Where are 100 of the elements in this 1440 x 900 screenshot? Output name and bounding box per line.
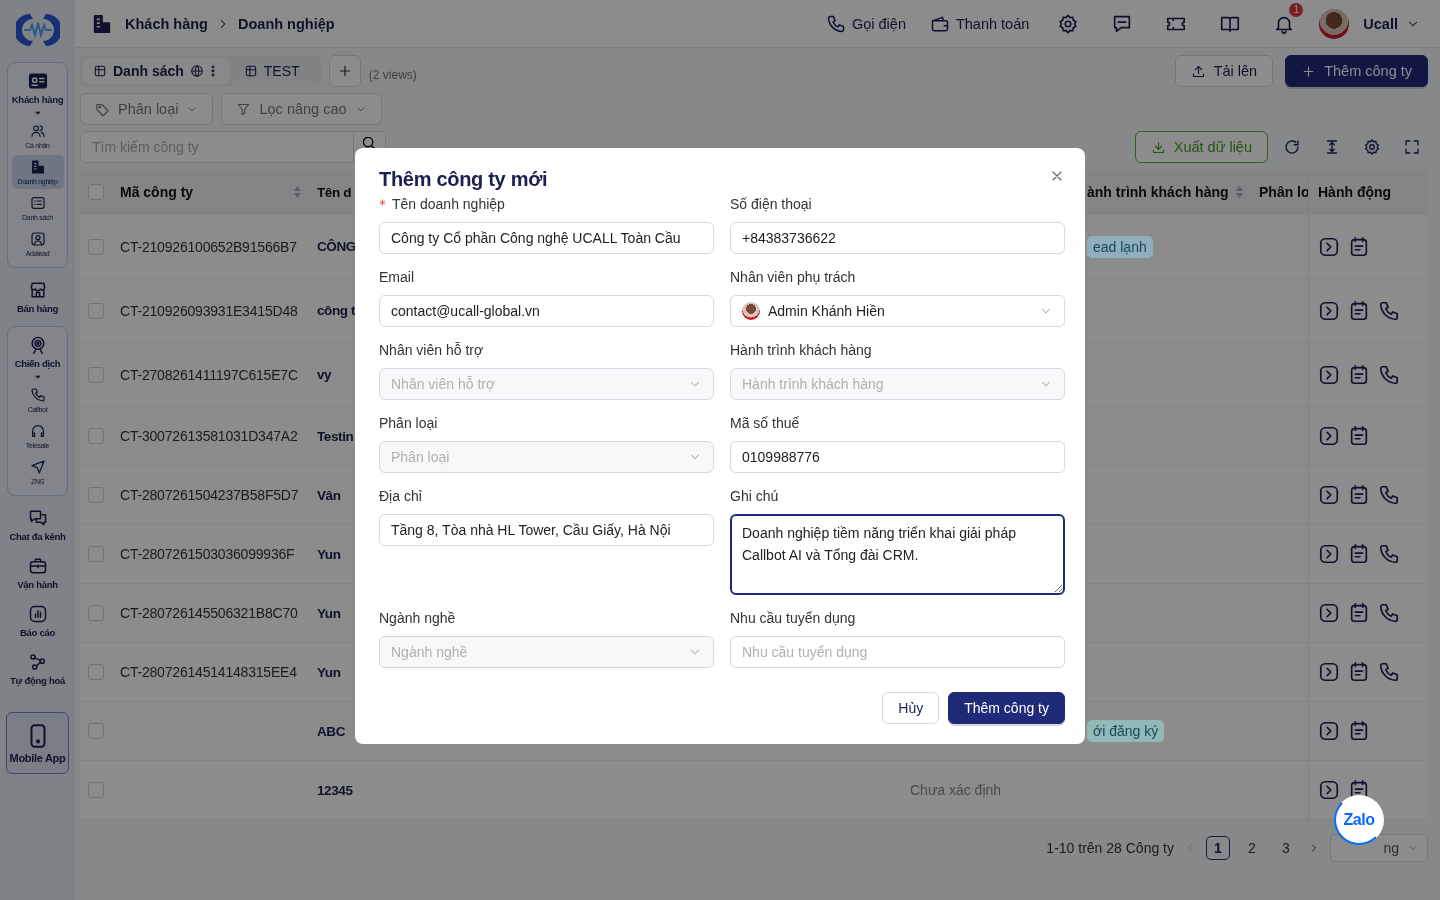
field-label: Ghi chú (730, 488, 780, 504)
input-field[interactable]: Tầng 8, Tòa nhà HL Tower, Cầu Giấy, Hà Nội (379, 514, 714, 546)
settings-icon[interactable] (1363, 138, 1381, 156)
chevron-square-icon[interactable] (1318, 484, 1340, 506)
checkbox[interactable] (88, 184, 104, 200)
input-field[interactable]: 0109988776 (730, 441, 1065, 473)
checkbox[interactable] (88, 302, 104, 319)
view-tab[interactable]: Danh sách (83, 58, 230, 84)
breadcrumb-link[interactable]: Khách hàng (125, 15, 208, 32)
upload-button[interactable]: Tải lên (1174, 55, 1274, 87)
phone-icon[interactable] (1378, 543, 1400, 565)
nav-item[interactable]: Vận hành (8, 554, 67, 592)
checkbox[interactable] (88, 487, 104, 503)
field-label: Nhu cầu tuyển dụng (730, 610, 857, 626)
chevron-square-icon[interactable] (1318, 779, 1340, 801)
chevron-square-icon[interactable] (1318, 661, 1340, 683)
filter-icon (236, 101, 252, 117)
nav-item[interactable]: Khách hàng (8, 69, 67, 107)
header-action[interactable]: Gọi điện (817, 13, 914, 34)
page-button[interactable]: 2 (1240, 836, 1264, 860)
chevron-square-icon[interactable] (1318, 543, 1340, 565)
field-label: Nhân viên hỗ trợ (379, 342, 485, 358)
field-label: Ngành nghề (379, 610, 457, 626)
select-field[interactable]: Admin Khánh Hiền (730, 295, 1065, 327)
company-name-link[interactable]: Yun (317, 664, 341, 680)
building-icon (91, 12, 113, 35)
field-label: Địa chỉ (379, 488, 423, 504)
nav-item[interactable]: Chiến dịch (8, 333, 67, 371)
phone-icon[interactable] (1378, 661, 1400, 683)
column-header[interactable]: Tên d (317, 184, 351, 200)
breadcrumb-link[interactable]: Doanh nghiệp (238, 15, 335, 32)
filter-dropdown[interactable]: Phân loại (80, 93, 214, 125)
nav-item[interactable]: Tự động hoá (8, 650, 67, 688)
nav-icon (29, 387, 46, 403)
phone-icon[interactable] (1378, 484, 1400, 506)
company-name-link[interactable]: CÔNG (317, 239, 356, 254)
avatar-icon (742, 302, 760, 320)
company-name-link[interactable]: Yun (317, 546, 341, 562)
company-name-link[interactable]: 12345 (317, 782, 353, 798)
checkbox[interactable] (88, 546, 104, 562)
checkbox[interactable] (88, 782, 104, 798)
company-name-link[interactable]: Testin (317, 428, 354, 444)
journey-tag: ới đăng ký (1087, 720, 1165, 742)
checkbox[interactable] (88, 238, 104, 255)
field-label: Mã số thuế (730, 415, 801, 431)
chevron-square-icon[interactable] (1318, 363, 1340, 386)
nav-icon (27, 556, 48, 576)
chevron-square-icon[interactable] (1318, 602, 1340, 624)
column-header[interactable]: ành trình khách hàng (1087, 184, 1229, 200)
phone-icon[interactable] (1378, 363, 1400, 386)
company-name-link[interactable]: vy (317, 367, 332, 382)
journey-tag: ead lạnh (1087, 235, 1153, 258)
cancel-button[interactable]: Hủy (882, 692, 940, 724)
header-action[interactable]: Thanh toán (921, 13, 1038, 34)
reload-icon[interactable] (1283, 138, 1301, 156)
checkbox[interactable] (88, 723, 104, 739)
checkbox[interactable] (88, 428, 104, 444)
input-field[interactable]: Công ty Cổ phần Công nghệ UCALL Toàn Cầu (379, 222, 714, 254)
field-label: Phân loại (379, 415, 439, 431)
submit-button[interactable]: Thêm công ty (948, 692, 1065, 724)
phone-icon (825, 13, 846, 34)
input-field[interactable]: +84383736622 (730, 222, 1065, 254)
phone-icon[interactable] (1378, 602, 1400, 624)
phone-icon[interactable] (1378, 299, 1400, 322)
view-tab[interactable]: TEST (233, 58, 318, 84)
nav-icon (29, 231, 46, 247)
nav-icon (27, 508, 48, 528)
input-field[interactable]: Nhu cầu tuyển dụng (730, 636, 1065, 668)
nav-item[interactable]: Chat đa kênh (8, 506, 67, 544)
table-cell: CT-30072613581031D347A2 (120, 428, 298, 444)
chevron-square-icon[interactable] (1318, 235, 1340, 258)
table-cell: CT-28072614514148315EE4 (120, 664, 297, 680)
page-button[interactable]: 3 (1274, 836, 1298, 860)
input-field[interactable]: contact@ucall-global.vn (379, 295, 714, 327)
nav-item[interactable]: Báo cáo (8, 602, 67, 640)
chevron-square-icon[interactable] (1318, 299, 1340, 322)
plus-icon (1301, 63, 1317, 79)
checkbox[interactable] (88, 366, 104, 383)
field-label: Nhân viên phụ trách (730, 269, 857, 285)
checkbox[interactable] (88, 605, 104, 621)
chevron-square-icon[interactable] (1318, 425, 1340, 447)
filter-dropdown[interactable]: Lọc nâng cao (221, 93, 382, 125)
fullscreen-icon[interactable] (1403, 138, 1421, 156)
chevron-square-icon[interactable] (1318, 720, 1340, 742)
nav-icon (29, 195, 46, 211)
user-name[interactable]: Ucall (1363, 15, 1398, 32)
company-name-link[interactable]: công t (317, 303, 356, 318)
checkbox[interactable] (88, 664, 104, 680)
add-company-button[interactable]: Thêm công ty (1285, 55, 1428, 87)
notes-field[interactable]: Doanh nghiệp tiềm năng triển khai giải pháp Callbot AI và Tổng đài CRM. (730, 514, 1065, 595)
avatar-icon[interactable] (1319, 8, 1350, 39)
company-name-link[interactable]: Yun (317, 605, 341, 621)
column-header[interactable]: Mã công ty (120, 184, 194, 200)
company-name-link[interactable]: ABC (317, 723, 346, 739)
mobile-app-button[interactable]: Mobile App (6, 712, 69, 774)
page-button[interactable]: 1 (1206, 836, 1230, 860)
nav-item[interactable]: Bán hàng (8, 278, 67, 316)
settings-icon[interactable] (1057, 12, 1080, 35)
company-name-link[interactable]: Vân (317, 487, 341, 503)
notification-badge: 1 (1289, 2, 1304, 17)
